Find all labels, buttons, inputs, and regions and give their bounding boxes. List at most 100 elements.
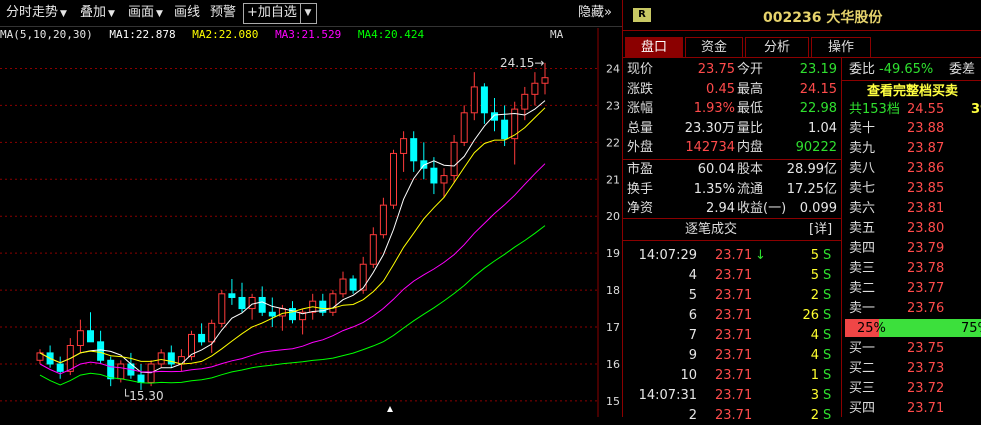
extra-value: 39 — [971, 102, 981, 117]
candle-body — [339, 278, 347, 295]
kline-chart[interactable]: 24 23 22 21 20 19 18 17 16 15 24.15→ └15.30 — [0, 0, 622, 417]
tick-time: 6 — [688, 308, 697, 323]
r-badge: R — [633, 8, 651, 22]
candle-body — [137, 374, 145, 383]
tick-side: S — [823, 348, 832, 363]
ask-label: 卖九 — [849, 141, 876, 156]
view-menu[interactable]: 画面 ▼ — [128, 4, 163, 22]
tick-time: 9 — [688, 348, 697, 363]
quote-value: 23.19 — [799, 62, 837, 77]
ask-price: 23.87 — [907, 141, 945, 156]
tick-side: S — [823, 408, 832, 423]
tick-time: 10 — [680, 368, 697, 383]
down-arrow-icon: ↓ — [755, 248, 766, 263]
levels-price: 24.55 — [907, 102, 945, 117]
y-tick-label: 20 — [606, 210, 620, 223]
overlay-menu[interactable]: 叠加 ▼ — [80, 4, 115, 22]
candle-body — [208, 322, 216, 343]
bid-label: 买四 — [849, 401, 876, 416]
candle-body — [329, 293, 337, 313]
tick-volume: 2 — [810, 288, 819, 303]
y-tick-label: 22 — [606, 136, 620, 149]
candle-body — [460, 112, 468, 143]
tab-funds[interactable]: 资金 — [685, 37, 743, 58]
y-tick-label: 18 — [606, 284, 620, 297]
candle-body — [440, 175, 448, 184]
weicha-label: 委差 — [949, 62, 976, 77]
tick-time: 7 — [688, 328, 697, 343]
tick-volume: 4 — [810, 328, 819, 343]
tick-time: 2 — [688, 408, 697, 423]
quote-value: 23.30万 — [684, 120, 735, 136]
ma3-line — [39, 163, 546, 375]
bid-label: 买一 — [849, 341, 876, 356]
ticks-detail-link[interactable]: [详] — [809, 220, 832, 239]
candle-body — [258, 296, 266, 313]
tab-operation[interactable]: 操作 — [811, 37, 871, 58]
candle-body — [157, 352, 165, 365]
ma2-line — [39, 107, 546, 365]
candle-body — [177, 356, 185, 365]
ask-label: 卖三 — [849, 261, 876, 276]
tick-time: 5 — [688, 288, 697, 303]
candle-body — [248, 296, 256, 310]
ask-price: 23.85 — [907, 181, 945, 196]
ask-price: 23.80 — [907, 221, 945, 236]
candle-body — [349, 278, 357, 291]
quote-value: 1.35% — [693, 181, 735, 197]
tab-analysis[interactable]: 分析 — [745, 37, 809, 58]
ask-price: 23.77 — [907, 281, 945, 296]
ask-label: 卖十 — [849, 121, 876, 136]
ask-price: 23.78 — [907, 261, 945, 276]
draw-line-button[interactable]: 画线 — [174, 4, 200, 22]
tick-price: 23.71 — [715, 348, 753, 363]
quote-panel: R 002236 大华股份 盘口 资金 分析 操作 现价 23.75 今开 23.19… — [622, 0, 981, 423]
high-price-label: 24.15→ — [500, 56, 544, 70]
quote-label: 涨跌 — [627, 81, 654, 97]
y-tick-label: 16 — [606, 358, 620, 371]
bid-price: 23.72 — [907, 381, 945, 396]
quote-value: 23.75 — [697, 62, 735, 77]
tick-volume: 26 — [802, 308, 819, 323]
quote-label: 内盘 — [737, 140, 764, 155]
quote-value: 17.25亿 — [786, 181, 837, 197]
intraday-menu[interactable]: 分时走势 ▼ — [6, 4, 67, 22]
ma-legend: MA(5,10,20,30) MA1:22.878 MA2:22.080 MA3… — [0, 28, 425, 41]
candle-body — [117, 363, 125, 380]
candle-body — [501, 119, 509, 140]
tick-price: 23.71 — [715, 408, 753, 423]
tab-pankou[interactable]: 盘口 — [625, 37, 683, 58]
candle-body — [198, 333, 206, 343]
ask-price: 23.81 — [907, 201, 945, 216]
quote-label: 量比 — [737, 120, 764, 136]
quote-label: 外盘 — [627, 140, 654, 155]
weibi-value: -49.65% — [879, 62, 934, 77]
candle-body — [369, 234, 377, 265]
tick-price: 23.71 — [715, 308, 753, 323]
ask-price: 23.88 — [907, 121, 945, 136]
low-price-label: └15.30 — [122, 388, 164, 403]
candle-body — [218, 293, 226, 324]
hide-panel-button[interactable]: 隐藏» — [578, 4, 612, 22]
tick-price: 23.71 — [715, 368, 753, 383]
chevron-down-icon[interactable]: ▼ — [300, 4, 315, 23]
candle-body — [521, 93, 529, 110]
candle-body — [410, 138, 418, 162]
ask-price: 23.86 — [907, 161, 945, 176]
candle-body — [97, 341, 105, 361]
add-watchlist-button[interactable]: +加自选 ▼ — [243, 3, 317, 24]
candle-body — [359, 263, 367, 291]
full-depth-link[interactable]: 查看完整档买卖 — [867, 82, 958, 101]
candle-body — [450, 141, 458, 177]
ask-label: 卖八 — [849, 161, 876, 176]
stock-title: 002236 大华股份 — [763, 10, 883, 26]
tick-time: 14:07:29 — [638, 248, 697, 263]
quote-value: 60.04 — [697, 162, 735, 177]
tick-volume: 5 — [810, 268, 819, 283]
ask-label: 卖五 — [849, 221, 876, 236]
candle-body — [430, 167, 438, 184]
tick-volume: 3 — [810, 388, 819, 403]
alert-button[interactable]: 预警 — [210, 4, 236, 22]
candle-body — [268, 311, 276, 317]
ask-price: 23.76 — [907, 301, 945, 316]
